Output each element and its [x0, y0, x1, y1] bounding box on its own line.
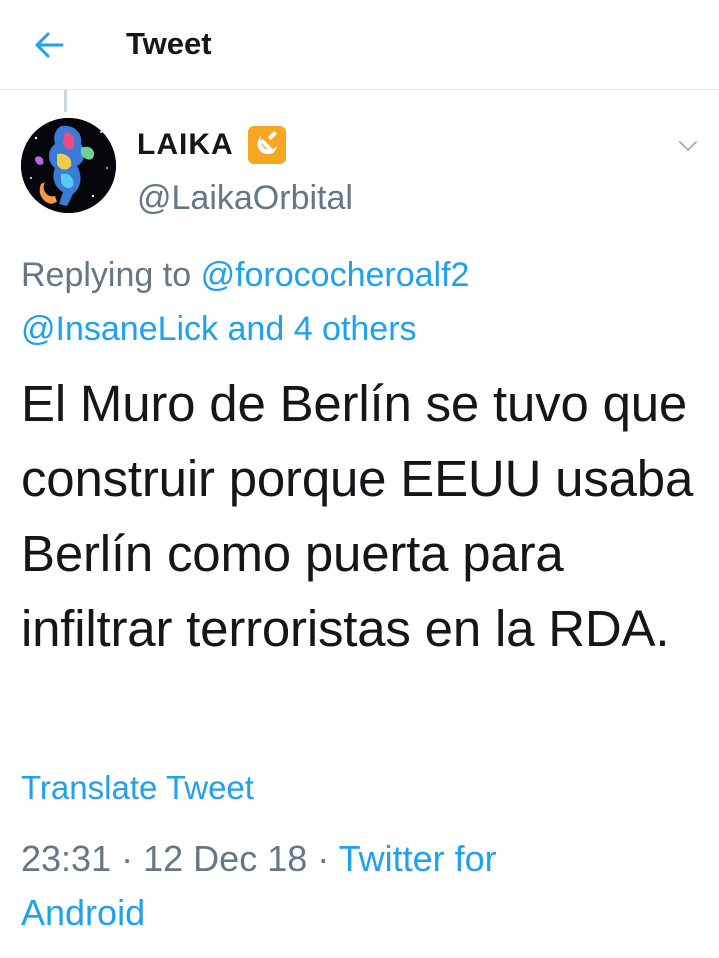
hammer-sickle-emoji-icon — [247, 126, 286, 164]
avatar[interactable] — [21, 118, 116, 213]
author-name-row[interactable]: LAIKA — [137, 124, 286, 166]
tweet-options-button[interactable] — [672, 132, 704, 160]
replying-prefix: Replying to — [21, 256, 192, 294]
chevron-down-icon — [678, 140, 698, 152]
arrow-left-icon — [35, 32, 64, 58]
page-title: Tweet — [126, 26, 212, 61]
thread-connector-line — [64, 90, 67, 112]
replying-user-link[interactable]: @forococheroalf2 — [201, 256, 470, 294]
translate-tweet-link[interactable]: Translate Tweet — [21, 766, 254, 810]
replying-user2-link[interactable]: @InsaneLick — [21, 310, 218, 348]
avatar-image — [21, 118, 116, 213]
meta-separator: · — [121, 838, 134, 879]
top-bar: Tweet — [0, 0, 719, 90]
author-handle[interactable]: @LaikaOrbital — [137, 178, 353, 218]
meta-separator: · — [317, 838, 330, 879]
replying-to: Replying to @forococheroalf2 @InsaneLick … — [21, 248, 701, 356]
display-name: LAIKA — [137, 128, 234, 161]
tweet-metadata: 23:31 · 12 Dec 18 · Twitter for Android — [21, 832, 621, 940]
tweet-text: El Muro de Berlín se tuvo que construir … — [21, 375, 694, 657]
tweet-time: 23:31 — [21, 838, 112, 879]
back-button[interactable] — [26, 22, 72, 68]
replying-others-link[interactable]: and 4 others — [228, 310, 417, 348]
tweet-date: 12 Dec 18 — [143, 838, 308, 879]
